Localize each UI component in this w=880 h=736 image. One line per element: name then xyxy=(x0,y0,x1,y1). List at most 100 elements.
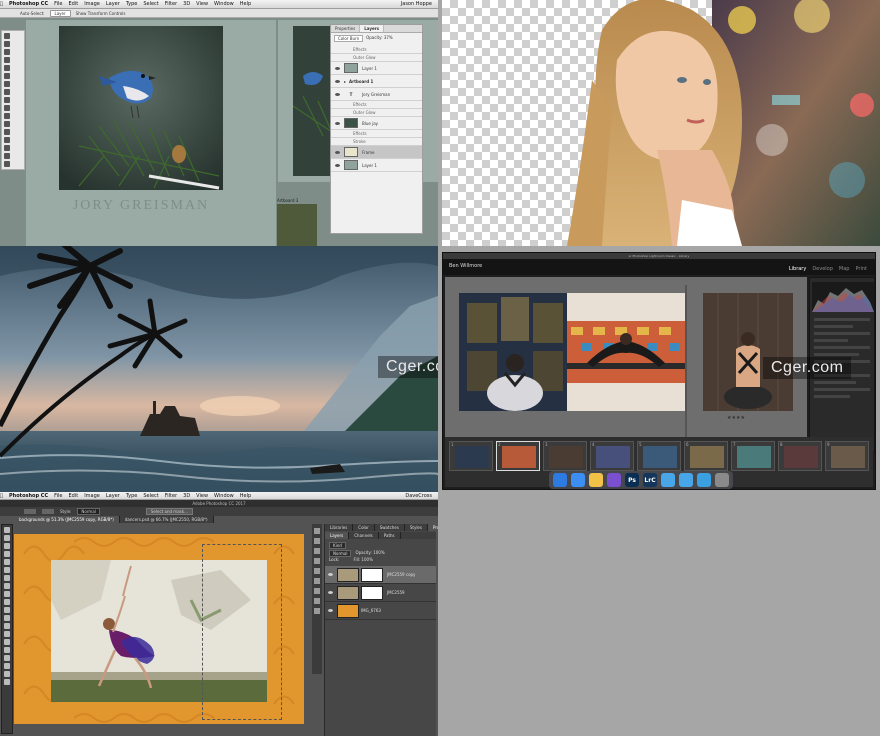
layer-row[interactable]: Stroke xyxy=(331,138,422,146)
photo-gallery-room[interactable] xyxy=(459,293,571,411)
document-tab[interactable]: backgrounds @ 51.3% (JMC2559 copy, RGB/8… xyxy=(14,516,120,523)
disclosure-triangle-icon[interactable]: ▸ xyxy=(344,79,346,84)
menu-view[interactable]: View xyxy=(196,1,208,7)
kind-filter[interactable]: Kind xyxy=(329,542,346,549)
panel-tabs[interactable]: Layers Channels Paths xyxy=(325,532,436,539)
tab-layers[interactable]: Layers xyxy=(360,25,385,32)
menu-file[interactable]: File xyxy=(54,493,62,499)
tab-paths[interactable]: Paths xyxy=(379,532,401,539)
opacity-field[interactable]: Opacity: 100% xyxy=(355,550,384,557)
layer-row[interactable]: Layer 1 xyxy=(331,62,422,75)
layer-row[interactable]: Outer Glow xyxy=(331,109,422,117)
menu-type[interactable]: Type xyxy=(126,493,137,499)
layer-select[interactable]: Layer xyxy=(49,9,71,17)
menu-select[interactable]: Select xyxy=(143,1,158,7)
visibility-eye-icon[interactable] xyxy=(328,573,333,576)
layer-row[interactable]: IMG_6763 xyxy=(325,602,436,620)
menu-edit[interactable]: Edit xyxy=(69,1,79,7)
downloads-icon[interactable] xyxy=(697,473,711,487)
photo-yoga-pattern[interactable] xyxy=(567,293,685,411)
apple-icon[interactable]:  xyxy=(0,493,3,499)
visibility-eye-icon[interactable] xyxy=(335,150,340,154)
finder-icon[interactable] xyxy=(553,473,567,487)
sketch-icon[interactable] xyxy=(589,473,603,487)
menu-3d[interactable]: 3D xyxy=(183,1,190,7)
visibility-eye-icon[interactable] xyxy=(328,591,333,594)
layer-row[interactable]: Frame xyxy=(331,146,422,159)
tab-layers[interactable]: Layers xyxy=(325,532,350,539)
menu-filter[interactable]: Filter xyxy=(165,493,177,499)
menu-photoshop-cc[interactable]: Photoshop CC xyxy=(9,1,48,7)
film-thumbnail[interactable]: 5 xyxy=(637,441,681,471)
blend-mode-select[interactable]: Normal xyxy=(329,550,352,557)
document-tabs[interactable]: backgrounds @ 51.3% (JMC2559 copy, RGB/8… xyxy=(14,516,214,523)
tab-styles[interactable]: Styles xyxy=(405,524,428,531)
menu-view[interactable]: View xyxy=(196,493,208,499)
module-library[interactable]: Library xyxy=(789,266,806,272)
module-picker[interactable]: Library Develop Map Print xyxy=(789,266,867,272)
tools-panel[interactable] xyxy=(1,30,25,170)
tab-properties[interactable]: Properties xyxy=(331,25,361,32)
menu-3d[interactable]: 3D xyxy=(183,493,190,499)
module-print[interactable]: Print xyxy=(855,266,867,272)
tools-panel[interactable] xyxy=(1,524,13,734)
layers-panel[interactable]: Properties Layers Color Burn Opacity: 37%… xyxy=(330,24,423,234)
style-select[interactable]: Normal xyxy=(77,508,100,515)
menu-window[interactable]: Window xyxy=(214,493,234,499)
tab-swatches[interactable]: Swatches xyxy=(375,524,405,531)
select-and-mask-button[interactable]: Select and mask... xyxy=(145,508,193,515)
photoshop-icon[interactable]: Ps xyxy=(625,473,639,487)
film-thumbnail[interactable]: 1 xyxy=(449,441,493,471)
menu-filter[interactable]: Filter xyxy=(165,1,177,7)
module-map[interactable]: Map xyxy=(839,266,850,272)
menu-photoshop-cc[interactable]: Photoshop CC xyxy=(9,493,48,499)
blend-mode-select[interactable]: Color Burn xyxy=(334,35,364,42)
layers-panel-dark[interactable]: LibrariesColorSwatchesStylesProperties L… xyxy=(324,524,438,736)
menu-help[interactable]: Help xyxy=(240,493,251,499)
tab-color[interactable]: Color xyxy=(353,524,375,531)
layer-row[interactable]: JMC2559 copy xyxy=(325,566,436,584)
panel-tabs-top[interactable]: LibrariesColorSwatchesStylesProperties xyxy=(325,524,438,531)
menu-help[interactable]: Help xyxy=(240,1,251,7)
layer-row[interactable]: Effects xyxy=(331,46,422,54)
visibility-eye-icon[interactable] xyxy=(335,163,340,167)
tab-properties[interactable]: Properties xyxy=(427,524,438,531)
visibility-eye-icon[interactable] xyxy=(335,121,340,125)
layer-row[interactable]: JMC2559 xyxy=(325,584,436,602)
transform-controls-option[interactable]: Show Transform Controls xyxy=(76,11,126,16)
app-icon[interactable] xyxy=(607,473,621,487)
film-thumbnail[interactable]: 7 xyxy=(731,441,775,471)
fill-field[interactable]: Fill: 100% xyxy=(353,557,372,562)
panel-tabs[interactable]: Properties Layers xyxy=(331,25,422,33)
menu-type[interactable]: Type xyxy=(126,1,137,7)
menu-image[interactable]: Image xyxy=(84,493,100,499)
menu-edit[interactable]: Edit xyxy=(69,493,79,499)
film-thumbnail[interactable]: 6 xyxy=(684,441,728,471)
safari-icon[interactable] xyxy=(571,473,585,487)
menu-window[interactable]: Window xyxy=(214,1,234,7)
lightroom-icon[interactable]: LrC xyxy=(643,473,657,487)
film-thumbnail[interactable]: 2 xyxy=(496,441,540,471)
artboard-1[interactable]: JORY GREISMAN xyxy=(26,20,276,246)
film-thumbnail[interactable]: 9 xyxy=(825,441,869,471)
folder-icon[interactable] xyxy=(679,473,693,487)
document-tab[interactable]: dancers.psd @ 66.7% (JMC2550, RGB/8*) xyxy=(120,516,214,523)
opacity-field[interactable]: Opacity: 37% xyxy=(366,35,393,42)
menu-layer[interactable]: Layer xyxy=(106,493,120,499)
film-thumbnail[interactable]: 3 xyxy=(543,441,587,471)
layer-row[interactable]: Blue jay xyxy=(331,117,422,130)
visibility-eye-icon[interactable] xyxy=(328,609,333,612)
menu-file[interactable]: File xyxy=(54,1,62,7)
module-develop[interactable]: Develop xyxy=(812,266,833,272)
layer-row[interactable]: Outer Glow xyxy=(331,54,422,62)
layer-row[interactable]: T Jory Greisman xyxy=(331,88,422,101)
menu-select[interactable]: Select xyxy=(143,493,158,499)
layer-row[interactable]: Effects xyxy=(331,130,422,138)
compare-view[interactable]: ★★★★ xyxy=(445,277,807,453)
layer-row[interactable]: ▸ Artboard 1 xyxy=(331,75,422,88)
visibility-eye-icon[interactable] xyxy=(335,66,340,70)
tab-channels[interactable]: Channels xyxy=(349,532,379,539)
macos-dock[interactable]: Ps LrC xyxy=(549,471,733,489)
film-thumbnail[interactable]: 8 xyxy=(778,441,822,471)
visibility-eye-icon[interactable] xyxy=(335,79,340,83)
